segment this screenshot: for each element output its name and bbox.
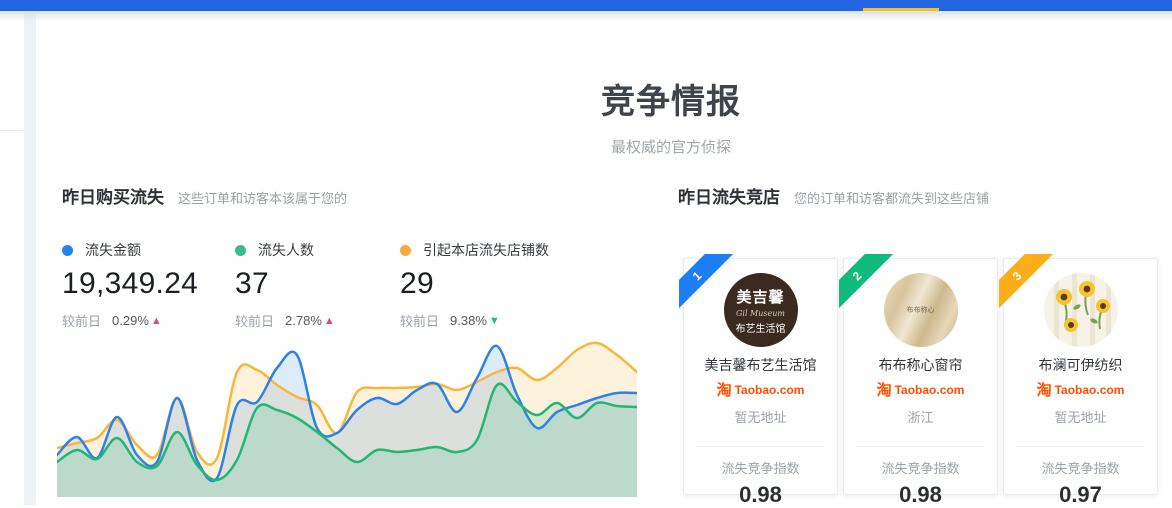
- loss-metrics: 流失金额 19,349.24 较前日 0.29% ▲ 流失人数 37 较前日 2…: [62, 240, 549, 330]
- taobao-icon: 淘: [877, 379, 892, 400]
- shop-location: 暂无地址: [1004, 407, 1157, 426]
- metric-label: 流失人数: [258, 240, 314, 260]
- page-title: 竞争情报: [170, 74, 1172, 123]
- legend-dot-icon: [62, 245, 73, 256]
- sidebar-divider: [0, 130, 24, 131]
- metric-loss-visitors: 流失人数 37 较前日 2.78% ▲: [235, 240, 400, 330]
- rank-ribbon: 1: [679, 254, 741, 316]
- loss-section-subtitle: 这些订单和访客本该属于您的: [178, 191, 347, 206]
- rank-ribbon: 2: [839, 254, 901, 316]
- rank-ribbon: 3: [999, 254, 1061, 316]
- competitors-section-subtitle: 您的订单和访客都流失到这些店铺: [794, 191, 989, 206]
- legend-item-loss-amount[interactable]: 流失金额: [62, 240, 235, 260]
- logo-text: 布艺生活馆: [724, 320, 798, 335]
- competitor-cards: 1 美吉馨 Gil Museum 布艺生活馆 美吉馨布艺生活馆 淘 Taobao…: [683, 258, 1158, 495]
- index-label: 流失竞争指数: [1004, 458, 1157, 477]
- top-navigation-bar: [0, 0, 1172, 11]
- shop-name: 美吉馨布艺生活馆: [684, 355, 837, 375]
- metric-compare: 较前日 2.78% ▲: [235, 311, 400, 330]
- active-tab-indicator[interactable]: [863, 8, 939, 11]
- rank-number: 1: [679, 254, 735, 314]
- page-subtitle: 最权威的官方侦探: [170, 136, 1172, 157]
- loss-section-header: 昨日购买流失这些订单和访客本该属于您的: [62, 183, 347, 208]
- legend-dot-icon: [400, 245, 411, 256]
- shop-location: 暂无地址: [684, 407, 837, 426]
- index-value: 0.98: [684, 482, 837, 508]
- index-label: 流失竞争指数: [844, 458, 997, 477]
- index-value: 0.98: [844, 482, 997, 508]
- change-percent: 0.29%: [112, 313, 149, 328]
- platform-name: Taobao.com: [895, 383, 965, 397]
- rank-number: 3: [999, 254, 1055, 314]
- taobao-link[interactable]: 淘 Taobao.com: [844, 379, 997, 400]
- trend-up-icon: ▲: [151, 315, 162, 327]
- card-divider: [1016, 446, 1145, 447]
- logo-text: 布布称心: [907, 305, 935, 315]
- card-divider: [856, 446, 985, 447]
- metric-compare: 较前日 9.38% ▼: [400, 311, 549, 330]
- metric-label: 引起本店流失店铺数: [423, 240, 549, 260]
- shop-name: 布澜可伊纺织: [1004, 355, 1157, 375]
- legend-item-loss-visitors[interactable]: 流失人数: [235, 240, 400, 260]
- competitor-card-3[interactable]: 3 布澜可伊: [1003, 258, 1158, 495]
- index-label: 流失竞争指数: [684, 458, 837, 477]
- taobao-link[interactable]: 淘 Taobao.com: [1004, 379, 1157, 400]
- metric-value: 37: [235, 267, 400, 301]
- card-divider: [696, 446, 825, 447]
- legend-dot-icon: [235, 245, 246, 256]
- shop-name: 布布称心窗帘: [844, 355, 997, 375]
- competitor-card-1[interactable]: 1 美吉馨 Gil Museum 布艺生活馆 美吉馨布艺生活馆 淘 Taobao…: [683, 258, 838, 495]
- metric-label: 流失金额: [85, 240, 141, 260]
- competitor-card-2[interactable]: 2 布布称心 布布称心窗帘 淘 Taobao.com 浙江 流失竞争指数 0.9…: [843, 258, 998, 495]
- rank-number: 2: [839, 254, 895, 314]
- competitors-section-header: 昨日流失竞店您的订单和访客都流失到这些店铺: [678, 183, 989, 208]
- metric-loss-shops: 引起本店流失店铺数 29 较前日 9.38% ▼: [400, 240, 549, 330]
- compare-label: 较前日: [235, 311, 274, 330]
- platform-name: Taobao.com: [735, 383, 805, 397]
- platform-name: Taobao.com: [1055, 383, 1125, 397]
- index-value: 0.97: [1004, 482, 1157, 508]
- shop-location: 浙江: [844, 407, 997, 426]
- page-header: 竞争情报 最权威的官方侦探: [170, 74, 1172, 157]
- sidebar-strip: [0, 11, 24, 505]
- compare-label: 较前日: [62, 311, 101, 330]
- taobao-link[interactable]: 淘 Taobao.com: [684, 379, 837, 400]
- change-percent: 9.38%: [450, 313, 487, 328]
- metric-compare: 较前日 0.29% ▲: [62, 311, 235, 330]
- competitors-section-title: 昨日流失竞店: [678, 188, 780, 207]
- compare-label: 较前日: [400, 311, 439, 330]
- topbar-shadow: [0, 11, 1172, 21]
- taobao-icon: 淘: [717, 379, 732, 400]
- legend-item-loss-shops[interactable]: 引起本店流失店铺数: [400, 240, 549, 260]
- taobao-icon: 淘: [1037, 379, 1052, 400]
- metric-value: 29: [400, 267, 549, 301]
- metric-loss-amount: 流失金额 19,349.24 较前日 0.29% ▲: [62, 240, 235, 330]
- trend-up-icon: ▲: [324, 315, 335, 327]
- loss-section-title: 昨日购买流失: [62, 188, 164, 207]
- trend-down-icon: ▼: [489, 315, 500, 327]
- layout-gutter: [24, 11, 36, 505]
- change-percent: 2.78%: [285, 313, 322, 328]
- metric-value: 19,349.24: [62, 267, 235, 301]
- loss-trend-area-chart[interactable]: [57, 333, 637, 497]
